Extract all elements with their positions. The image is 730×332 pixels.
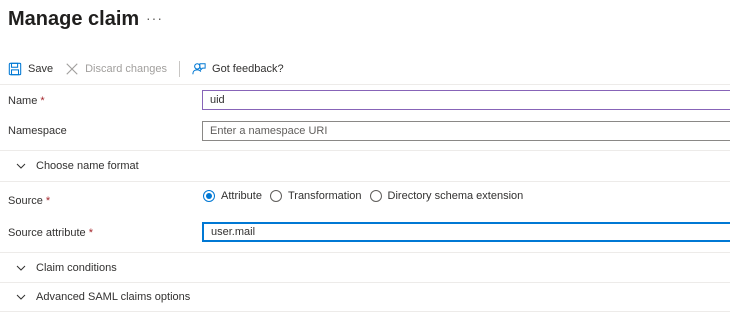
radio-circle [203, 190, 215, 202]
namespace-input[interactable] [202, 121, 730, 141]
source-radio-group: Attribute Transformation Directory schem… [203, 190, 531, 202]
save-button-label: Save [28, 63, 54, 75]
toolbar-separator [179, 61, 181, 77]
chevron-down-icon [16, 265, 26, 271]
required-marker: * [88, 227, 93, 239]
source-attribute-input[interactable] [202, 222, 730, 242]
namespace-label: Namespace [8, 125, 67, 137]
choose-name-format-toggle[interactable]: Choose name format [16, 160, 139, 172]
divider [0, 252, 730, 253]
feedback-label: Got feedback? [212, 63, 284, 75]
radio-circle [369, 190, 382, 202]
source-attribute-label: Source attribute * [8, 227, 93, 239]
source-label-text: Source [8, 195, 43, 207]
radio-transformation[interactable]: Transformation [269, 190, 362, 202]
name-label: Name * [8, 95, 45, 107]
save-button[interactable]: Save [8, 62, 53, 76]
feedback-icon [192, 63, 206, 75]
name-label-text: Name [8, 95, 38, 107]
advanced-saml-options-label: Advanced SAML claims options [36, 291, 191, 303]
discard-changes-label: Discard changes [85, 63, 168, 75]
radio-attribute[interactable]: Attribute [203, 190, 262, 202]
source-label: Source * [8, 195, 50, 207]
required-marker: * [40, 95, 45, 107]
divider [0, 150, 730, 151]
feedback-button[interactable]: Got feedback? [192, 62, 284, 76]
more-options-icon[interactable]: ··· [146, 10, 163, 26]
toolbar: Save Discard changes Got feedback? [8, 59, 296, 79]
divider [0, 84, 730, 85]
radio-transformation-label: Transformation [287, 190, 362, 202]
divider [0, 181, 730, 182]
divider [0, 311, 730, 312]
close-icon [66, 63, 78, 75]
claim-conditions-label: Claim conditions [36, 262, 117, 274]
save-icon [8, 62, 22, 76]
choose-name-format-label: Choose name format [36, 160, 139, 172]
advanced-saml-options-toggle[interactable]: Advanced SAML claims options [16, 291, 190, 303]
divider [0, 282, 730, 283]
radio-circle [269, 190, 282, 202]
page-title: Manage claim [8, 8, 140, 30]
radio-attribute-label: Attribute [221, 190, 262, 202]
chevron-down-icon [16, 294, 26, 300]
radio-directory-schema-extension[interactable]: Directory schema extension [369, 190, 524, 202]
discard-changes-button[interactable]: Discard changes [65, 62, 167, 76]
claim-conditions-toggle[interactable]: Claim conditions [16, 262, 117, 274]
name-input[interactable] [202, 90, 730, 110]
chevron-down-icon [16, 163, 26, 169]
source-attribute-label-text: Source attribute [8, 227, 86, 239]
required-marker: * [45, 195, 51, 207]
radio-directory-schema-extension-label: Directory schema extension [387, 190, 524, 202]
